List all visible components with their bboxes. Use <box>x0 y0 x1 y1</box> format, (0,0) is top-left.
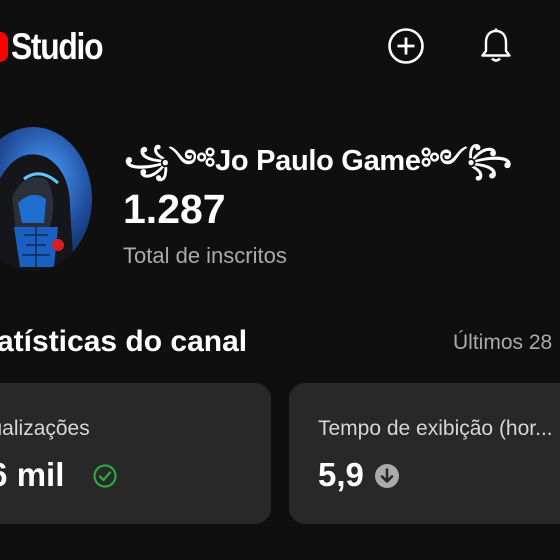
create-button[interactable] <box>386 26 426 66</box>
studio-logo[interactable]: Studio <box>0 26 117 67</box>
views-label: sualizações <box>0 417 90 440</box>
notifications-button[interactable] <box>476 26 516 66</box>
check-circle-icon <box>93 464 117 488</box>
logo-text: Studio <box>11 26 104 67</box>
watch-time-card[interactable]: Tempo de exibição (hor... 5,9 <box>289 383 560 524</box>
subscriber-label: Total de inscritos <box>123 243 287 268</box>
app-header: Studio <box>0 0 560 95</box>
channel-avatar[interactable] <box>0 127 92 271</box>
watch-time-label: Tempo de exibição (hor... <box>318 417 553 440</box>
youtube-logo-icon <box>0 32 8 62</box>
plus-circle-icon <box>388 28 424 64</box>
views-value: ,6 mil <box>0 456 65 493</box>
channel-stats-title: atísticas do canal <box>0 325 248 358</box>
channel-name: ꧁༺Jo Paulo Game༻꧂ <box>124 145 512 177</box>
bell-icon <box>481 28 511 62</box>
views-card[interactable]: sualizações ,6 mil <box>0 383 271 524</box>
arrow-down-circle-icon <box>375 464 399 488</box>
watch-time-value: 5,9 <box>318 456 364 493</box>
subscriber-count: 1.287 <box>123 186 226 232</box>
period-selector[interactable]: Últimos 28 <box>453 331 552 355</box>
avatar-image <box>0 127 92 271</box>
